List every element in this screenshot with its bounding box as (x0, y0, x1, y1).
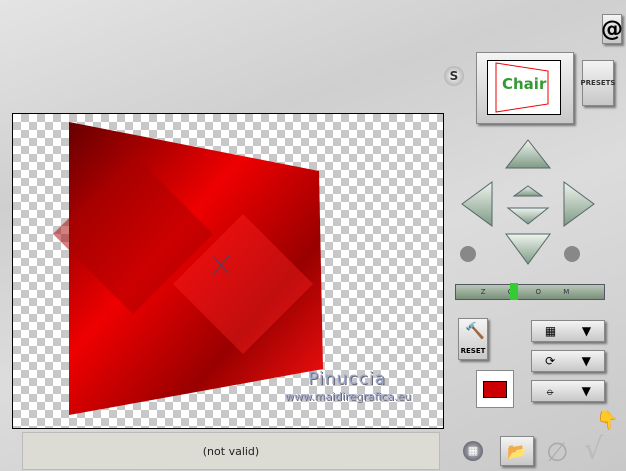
help-hand-icon[interactable]: 👇 (596, 410, 618, 431)
zoom-slider-thumb[interactable] (510, 283, 519, 300)
move-forward-icon[interactable] (512, 185, 544, 197)
arrow-down-icon[interactable] (505, 233, 551, 265)
watermark-name: Pinuccia (308, 369, 386, 389)
arrow-left-icon[interactable] (461, 181, 493, 227)
thumbnail-preview: Chair (487, 60, 561, 115)
load-folder-button[interactable]: 📂 (500, 436, 534, 466)
dropdown-arrow-icon: ▼ (581, 324, 592, 338)
preview-canvas[interactable]: Pinuccia www.maidiregrafica.eu (12, 113, 444, 429)
thumbnail-button[interactable]: Chair (476, 52, 574, 124)
zoom-slider[interactable]: Z O O M (455, 284, 605, 300)
ok-check-icon[interactable]: √ (584, 432, 603, 467)
rotate-right-icon[interactable] (564, 246, 580, 262)
spin-icon: ⦵ (545, 383, 556, 398)
ear-icon[interactable]: @ (601, 14, 623, 44)
move-back-icon[interactable] (506, 207, 550, 225)
plugin-window: Pinuccia www.maidiregrafica.eu (not vali… (0, 0, 626, 471)
spin-dropdown[interactable]: ⦵ ▼ (531, 380, 605, 402)
rotation-dropdown[interactable]: ⟳ ▼ (531, 350, 605, 372)
reset-label: RESET (460, 347, 486, 355)
grid-icon: ▦ (544, 324, 557, 338)
rotate-icon: ⟳ (545, 354, 556, 368)
reset-button[interactable]: 🔨 RESET (458, 318, 488, 360)
folder-icon: 📂 (507, 441, 527, 461)
image-preview-button[interactable] (476, 370, 514, 408)
rotate-left-icon[interactable] (460, 246, 476, 262)
dropdown-arrow-icon: ▼ (581, 354, 591, 368)
arrow-right-icon[interactable] (563, 181, 595, 227)
presets-button[interactable]: PRESETS (581, 60, 615, 106)
arrow-up-icon[interactable] (504, 139, 552, 169)
grid-shape-dropdown[interactable]: ▦ ▼ (531, 320, 605, 342)
cancel-icon[interactable]: ∅ (546, 438, 569, 468)
s-button[interactable]: S (444, 66, 464, 86)
direction-pad (460, 139, 595, 265)
watermark-url: www.maidiregrafica.eu (285, 390, 412, 403)
hammer-icon: 🔨 (465, 321, 485, 340)
thumbnail-text: Chair (502, 75, 547, 93)
dropdown-arrow-icon: ▼ (581, 384, 591, 398)
status-bar: (not valid) (22, 432, 440, 470)
grid-toggle-icon[interactable]: ▦ (463, 441, 483, 461)
